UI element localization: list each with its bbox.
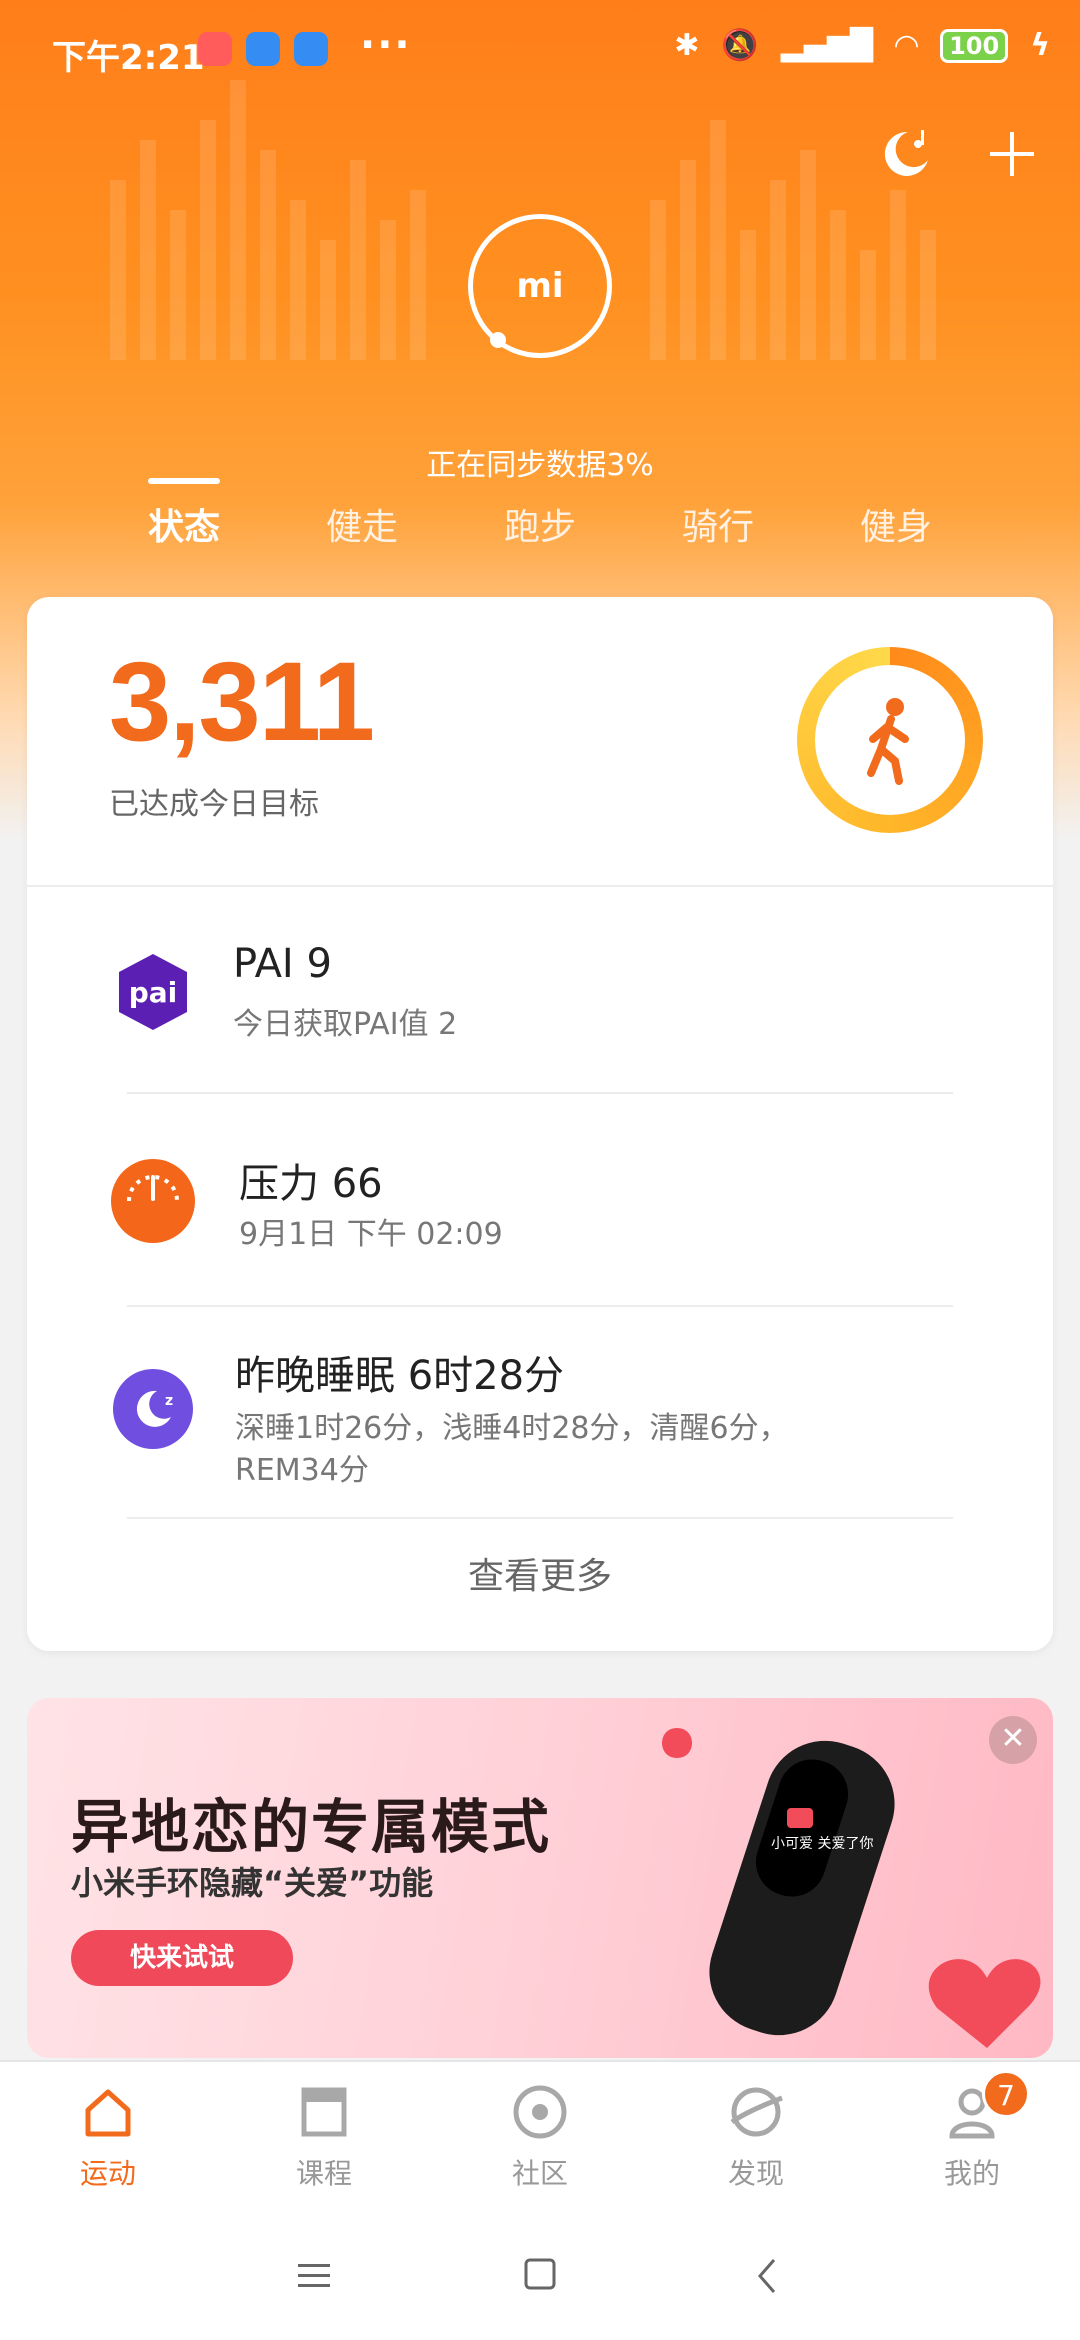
more-notifications-icon: ··· <box>360 22 412 68</box>
steps-goal-caption: 已达成今日目标 <box>109 787 319 822</box>
discover-icon <box>730 2087 783 2137</box>
home-button-icon[interactable] <box>522 2256 558 2292</box>
sleep-music-icon[interactable] <box>878 126 934 182</box>
sleep-subtitle-rem: REM34分 <box>235 1453 369 1488</box>
mi-band-image: 小可爱 关爱了你 <box>662 1728 1041 2048</box>
nav-sport[interactable]: 运动 <box>38 2082 178 2192</box>
pai-icon: pai <box>119 954 187 1030</box>
bottom-nav: 运动 课程 社区 发现 7 我的 <box>0 2060 1080 2210</box>
tab-indicator <box>148 478 220 484</box>
status-card: 3,311 已达成今日目标 pai PAI 9 今日获取PAI值 2 压力 66… <box>27 597 1053 1651</box>
signal-icon: ▂▄▆█ <box>780 28 874 63</box>
svg-text:z: z <box>165 1393 173 1409</box>
add-icon[interactable] <box>984 126 1040 182</box>
svg-text:pai: pai <box>129 976 178 1009</box>
wifi-icon: ◠ <box>895 28 919 63</box>
nav-label: 发现 <box>727 2157 784 2190</box>
pai-title: PAI 9 <box>233 941 332 987</box>
mute-icon: 🔕 <box>721 28 759 63</box>
pai-subtitle: 今日获取PAI值 2 <box>233 1007 458 1042</box>
course-icon <box>301 2087 347 2137</box>
tab-cycling[interactable]: 骑行 <box>648 498 788 550</box>
status-time: 下午2:21 <box>52 38 205 78</box>
charging-icon: ϟ <box>1030 28 1050 63</box>
stress-title: 压力 66 <box>239 1161 383 1207</box>
battery-indicator: 100 <box>940 28 1009 63</box>
tab-status[interactable]: 状态 <box>114 498 254 550</box>
nav-community[interactable]: 社区 <box>470 2082 610 2192</box>
nav-label: 课程 <box>295 2157 352 2190</box>
close-banner-icon[interactable]: ✕ <box>989 1716 1037 1764</box>
nav-label: 社区 <box>511 2157 568 2190</box>
steps-goal-ring <box>797 647 983 833</box>
tab-walking[interactable]: 健走 <box>292 498 432 550</box>
stress-subtitle: 9月1日 下午 02:09 <box>239 1217 503 1252</box>
nav-label: 我的 <box>943 2157 1000 2190</box>
svg-text:小可爱 关爱了你: 小可爱 关爱了你 <box>771 1836 873 1852</box>
nav-profile[interactable]: 7 我的 <box>902 2070 1042 2192</box>
system-nav-bar <box>0 2210 1080 2340</box>
steps-count: 3,311 <box>109 639 375 764</box>
divider <box>127 1092 953 1094</box>
community-icon <box>513 2085 567 2139</box>
notification-icons <box>198 32 328 66</box>
tab-fitness[interactable]: 健身 <box>826 498 966 550</box>
stress-gauge-icon <box>111 1159 195 1243</box>
shopping-app-icon <box>198 32 232 66</box>
status-right: ✱ 🔕 ▂▄▆█ ◠ 100 ϟ <box>674 28 1050 63</box>
tab-running[interactable]: 跑步 <box>470 498 610 550</box>
nav-course[interactable]: 课程 <box>254 2082 394 2192</box>
nav-label: 运动 <box>79 2157 136 2190</box>
top-actions <box>878 126 1040 182</box>
try-now-button[interactable]: 快来试试 <box>71 1930 293 1986</box>
banner-subtitle: 小米手环隐藏“关爱”功能 <box>71 1864 434 1902</box>
chat-app-icon <box>246 32 280 66</box>
menu-icon[interactable] <box>296 2260 332 2292</box>
see-more-link[interactable]: 查看更多 <box>27 1547 1053 1599</box>
sleep-moon-icon: z <box>113 1369 193 1449</box>
divider <box>127 1305 953 1307</box>
walking-person-icon <box>867 698 909 785</box>
sleep-title: 昨晚睡眠 6时28分 <box>235 1353 565 1399</box>
back-icon[interactable] <box>752 2256 782 2296</box>
status-bar: 下午2:21 ··· ✱ 🔕 ▂▄▆█ ◠ 100 ϟ <box>0 0 1080 100</box>
activity-tabs: 状态 健走 跑步 骑行 健身 <box>0 498 1080 558</box>
nav-discover[interactable]: 发现 <box>686 2082 826 2192</box>
promo-banner[interactable]: 异地恋的专属模式 小米手环隐藏“关爱”功能 快来试试 小可爱 关爱了你 ✕ <box>27 1698 1053 2058</box>
bluetooth-icon: ✱ <box>674 28 700 63</box>
sync-progress-dot <box>490 332 506 348</box>
sleep-subtitle: 深睡1时26分，浅睡4时28分，清醒6分， <box>235 1411 789 1446</box>
notification-badge: 7 <box>982 2070 1030 2118</box>
chat-app-icon-2 <box>294 32 328 66</box>
divider <box>27 885 1053 887</box>
home-icon <box>85 2089 131 2137</box>
banner-title: 异地恋的专属模式 <box>71 1793 552 1861</box>
divider <box>127 1517 953 1519</box>
